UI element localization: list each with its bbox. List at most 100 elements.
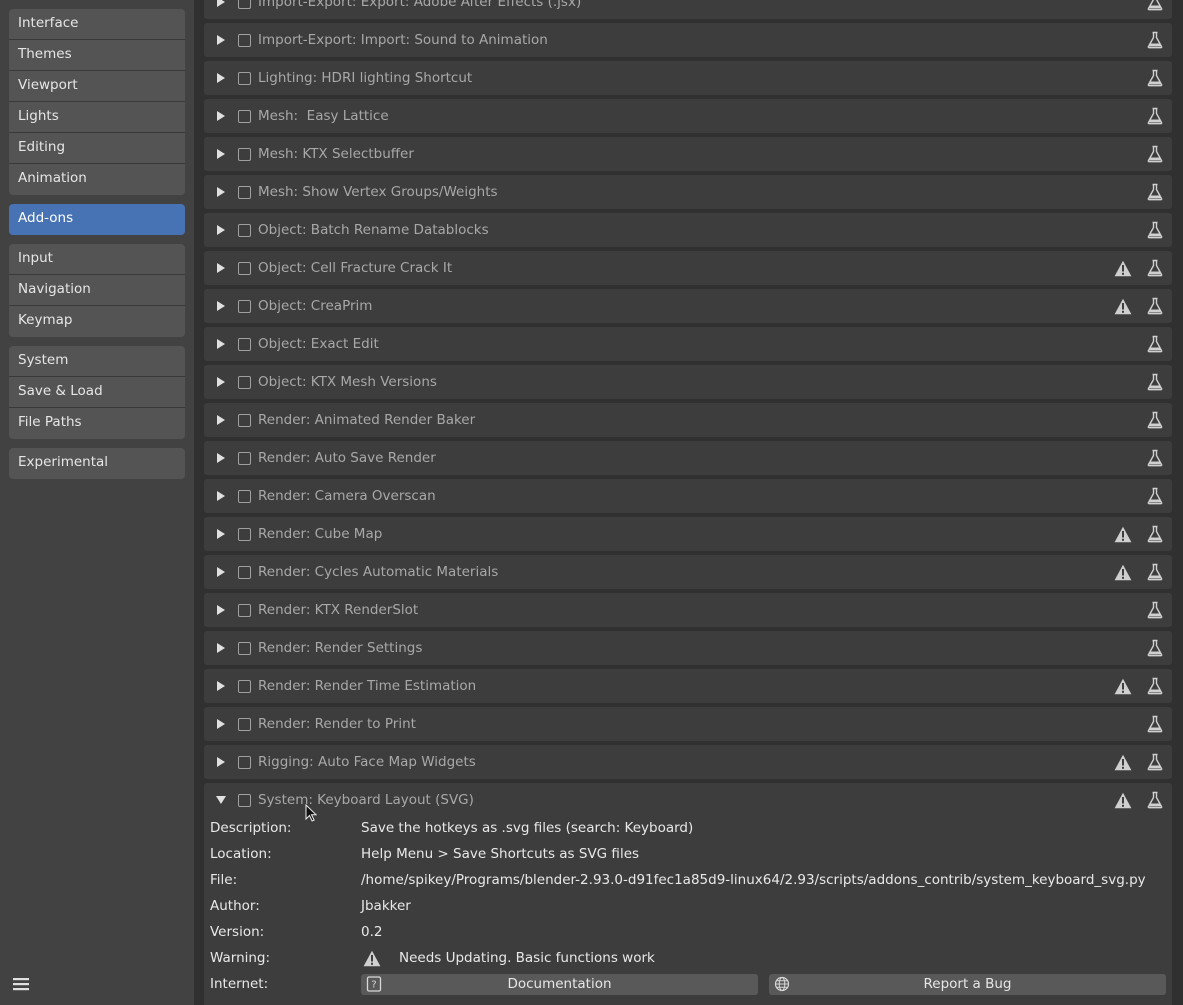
enable-checkbox[interactable] bbox=[238, 300, 251, 313]
addon-row-header[interactable]: Render: Render Time Estimation bbox=[204, 669, 1172, 703]
disclosure-triangle-right-icon[interactable] bbox=[216, 377, 226, 387]
disclosure-triangle-right-icon[interactable] bbox=[216, 491, 226, 501]
disclosure-triangle-right-icon[interactable] bbox=[216, 453, 226, 463]
detail-label-version: Version: bbox=[210, 924, 265, 940]
disclosure-triangle-right-icon[interactable] bbox=[216, 567, 226, 577]
sidebar-item-navigation[interactable]: Navigation bbox=[9, 275, 185, 306]
addon-row-header[interactable]: Object: Exact Edit bbox=[204, 327, 1172, 361]
addon-row-header[interactable]: Render: Auto Save Render bbox=[204, 441, 1172, 475]
disclosure-triangle-right-icon[interactable] bbox=[216, 529, 226, 539]
disclosure-triangle-right-icon[interactable] bbox=[216, 301, 226, 311]
addon-row-header[interactable]: Render: Cube Map bbox=[204, 517, 1172, 551]
enable-checkbox[interactable] bbox=[238, 110, 251, 123]
addon-title: Import-Export: Import: Sound to Animatio… bbox=[258, 32, 548, 48]
next-addon-row-partial bbox=[204, 998, 1172, 1005]
enable-checkbox[interactable] bbox=[238, 452, 251, 465]
enable-checkbox[interactable] bbox=[238, 756, 251, 769]
disclosure-triangle-right-icon[interactable] bbox=[216, 415, 226, 425]
detail-value-description: Save the hotkeys as .svg files (search: … bbox=[361, 820, 694, 836]
disclosure-triangle-right-icon[interactable] bbox=[216, 719, 226, 729]
detail-label-internet: Internet: bbox=[210, 976, 269, 992]
sidebar-item-file-paths[interactable]: File Paths bbox=[9, 408, 185, 439]
disclosure-triangle-right-icon[interactable] bbox=[216, 643, 226, 653]
disclosure-triangle-right-icon[interactable] bbox=[216, 187, 226, 197]
addon-row-header[interactable]: Render: Render to Print bbox=[204, 707, 1172, 741]
disclosure-triangle-right-icon[interactable] bbox=[216, 605, 226, 615]
sidebar-item-save-load[interactable]: Save & Load bbox=[9, 377, 185, 408]
enable-checkbox[interactable] bbox=[238, 376, 251, 389]
testing-flask-icon bbox=[1147, 715, 1163, 733]
disclosure-triangle-right-icon[interactable] bbox=[216, 111, 226, 121]
enable-checkbox[interactable] bbox=[238, 338, 251, 351]
testing-flask-icon bbox=[1147, 107, 1163, 125]
sidebar-item-editing[interactable]: Editing bbox=[9, 133, 185, 164]
enable-checkbox[interactable] bbox=[238, 186, 251, 199]
sidebar-item-input[interactable]: Input bbox=[9, 244, 185, 275]
enable-checkbox[interactable] bbox=[238, 642, 251, 655]
addon-row-header[interactable]: Object: CreaPrim bbox=[204, 289, 1172, 323]
enable-checkbox[interactable] bbox=[238, 262, 251, 275]
enable-checkbox[interactable] bbox=[238, 528, 251, 541]
addon-row-header[interactable]: Render: Cycles Automatic Materials bbox=[204, 555, 1172, 589]
sidebar-item-lights[interactable]: Lights bbox=[9, 102, 185, 133]
enable-checkbox[interactable] bbox=[238, 718, 251, 731]
disclosure-triangle-right-icon[interactable] bbox=[216, 149, 226, 159]
sidebar-item-interface[interactable]: Interface bbox=[9, 9, 185, 40]
enable-checkbox[interactable] bbox=[238, 566, 251, 579]
enable-checkbox[interactable] bbox=[238, 0, 251, 9]
addon-row-header[interactable]: Import-Export: Export: Adobe After Effec… bbox=[204, 0, 1172, 19]
sidebar-item-experimental[interactable]: Experimental bbox=[9, 448, 185, 479]
enable-checkbox[interactable] bbox=[238, 490, 251, 503]
addon-row-header[interactable]: Render: KTX RenderSlot bbox=[204, 593, 1172, 627]
addon-row: Import-Export: Export: Adobe After Effec… bbox=[204, 0, 1172, 19]
addons-list-panel[interactable]: Import-Export: Export: Adobe After Effec… bbox=[194, 0, 1183, 1005]
addon-row-header[interactable]: Mesh: KTX Selectbuffer bbox=[204, 137, 1172, 171]
addon-row-header[interactable]: Import-Export: Import: Sound to Animatio… bbox=[204, 23, 1172, 57]
addon-row-header[interactable]: Object: Cell Fracture Crack It bbox=[204, 251, 1172, 285]
disclosure-triangle-right-icon[interactable] bbox=[216, 757, 226, 767]
report-bug-button[interactable]: Report a Bug bbox=[769, 974, 1166, 995]
addon-row-header[interactable]: Render: Animated Render Baker bbox=[204, 403, 1172, 437]
disclosure-triangle-right-icon[interactable] bbox=[216, 263, 226, 273]
warning-icon bbox=[1114, 260, 1132, 277]
disclosure-triangle-right-icon[interactable] bbox=[216, 73, 226, 83]
documentation-button[interactable]: ? Documentation bbox=[361, 974, 758, 995]
addon-row: Object: CreaPrim bbox=[204, 289, 1172, 323]
report-bug-label: Report a Bug bbox=[923, 976, 1012, 992]
sidebar-item-add-ons[interactable]: Add-ons bbox=[9, 204, 185, 235]
enable-checkbox[interactable] bbox=[238, 72, 251, 85]
disclosure-triangle-right-icon[interactable] bbox=[216, 681, 226, 691]
addon-row: Object: Cell Fracture Crack It bbox=[204, 251, 1172, 285]
addon-row-header[interactable]: System: Keyboard Layout (SVG) bbox=[204, 783, 1172, 817]
testing-flask-icon bbox=[1147, 69, 1163, 87]
enable-checkbox[interactable] bbox=[238, 224, 251, 237]
enable-checkbox[interactable] bbox=[238, 604, 251, 617]
addon-row-header[interactable]: Mesh: Show Vertex Groups/Weights bbox=[204, 175, 1172, 209]
disclosure-triangle-right-icon[interactable] bbox=[216, 339, 226, 349]
enable-checkbox[interactable] bbox=[238, 148, 251, 161]
addon-row-header[interactable]: Object: Batch Rename Datablocks bbox=[204, 213, 1172, 247]
addon-row-header[interactable]: Rigging: Auto Face Map Widgets bbox=[204, 745, 1172, 779]
addon-row-header[interactable]: Render: Camera Overscan bbox=[204, 479, 1172, 513]
addon-row: Render: Render Time Estimation bbox=[204, 669, 1172, 703]
sidebar-item-system[interactable]: System bbox=[9, 346, 185, 377]
addon-row-header[interactable]: Render: Render Settings bbox=[204, 631, 1172, 665]
sidebar-item-viewport[interactable]: Viewport bbox=[9, 71, 185, 102]
detail-value-warning: Needs Updating. Basic functions work bbox=[399, 950, 655, 966]
enable-checkbox[interactable] bbox=[238, 680, 251, 693]
addon-row-header[interactable]: Mesh: Easy Lattice bbox=[204, 99, 1172, 133]
sidebar-item-themes[interactable]: Themes bbox=[9, 40, 185, 71]
disclosure-triangle-right-icon[interactable] bbox=[216, 225, 226, 235]
addon-title: Rigging: Auto Face Map Widgets bbox=[258, 754, 476, 770]
menu-icon[interactable] bbox=[11, 974, 31, 994]
sidebar-item-animation[interactable]: Animation bbox=[9, 164, 185, 195]
enable-checkbox[interactable] bbox=[238, 794, 251, 807]
disclosure-triangle-right-icon[interactable] bbox=[216, 35, 226, 45]
enable-checkbox[interactable] bbox=[238, 34, 251, 47]
disclosure-triangle-down-icon[interactable] bbox=[216, 795, 226, 805]
addon-row-header[interactable]: Lighting: HDRI lighting Shortcut bbox=[204, 61, 1172, 95]
disclosure-triangle-right-icon[interactable] bbox=[216, 0, 226, 7]
addon-row-header[interactable]: Object: KTX Mesh Versions bbox=[204, 365, 1172, 399]
enable-checkbox[interactable] bbox=[238, 414, 251, 427]
sidebar-item-keymap[interactable]: Keymap bbox=[9, 306, 185, 337]
